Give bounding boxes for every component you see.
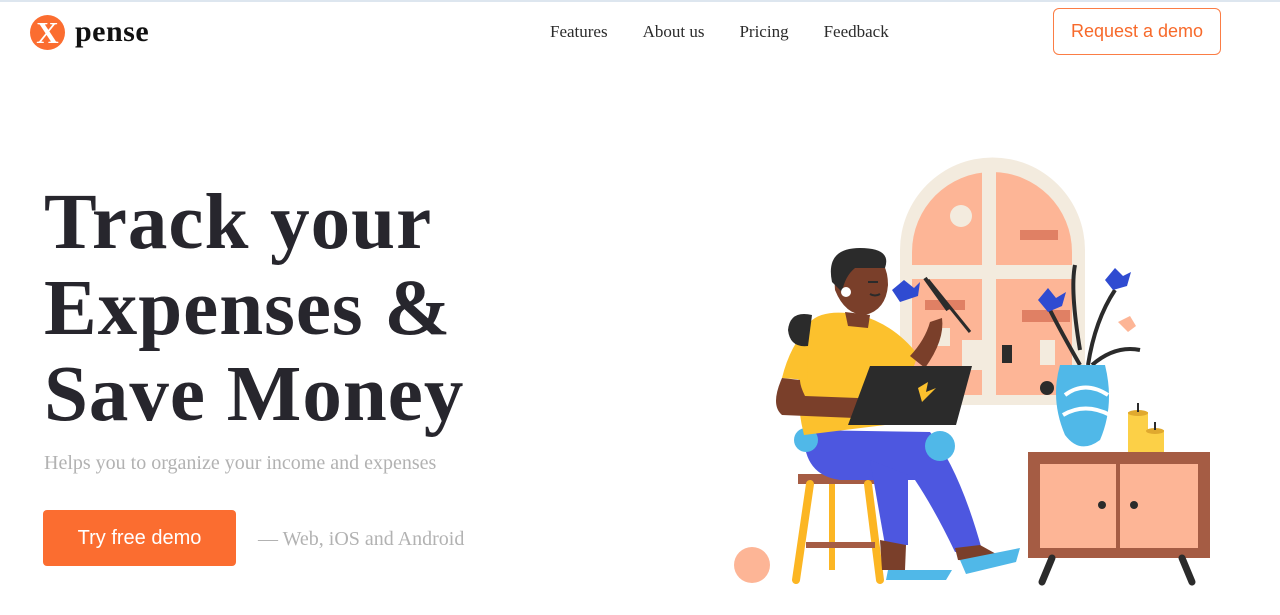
headline-line-2: Expenses & [44,265,452,352]
main-nav: Features About us Pricing Feedback [550,22,924,42]
nav-link-features[interactable]: Features [550,22,608,42]
logo[interactable]: X pense [30,14,149,50]
try-free-demo-button[interactable]: Try free demo [43,510,236,566]
top-border [0,0,1280,2]
logo-wordmark: pense [75,15,150,48]
nav-link-pricing[interactable]: Pricing [739,22,788,42]
hero-subtitle: Helps you to organize your income and ex… [44,452,437,474]
nav-link-about-us[interactable]: About us [643,22,705,42]
candles-graphic [1128,403,1164,454]
platforms-note: — Web, iOS and Android [258,528,465,550]
hero-headline: Track your Expenses & Save Money [44,180,564,438]
logo-badge: X [30,14,65,50]
nav-link-feedback[interactable]: Feedback [824,22,889,42]
stool-graphic [792,474,884,584]
headline-line-1: Track your [44,179,433,266]
request-demo-button[interactable]: Request a demo [1053,8,1221,55]
woman-with-laptop-illustration [734,157,1210,586]
ball-graphic [734,547,770,583]
cabinet-graphic [1028,452,1210,586]
headline-line-3: Save Money [44,351,465,438]
